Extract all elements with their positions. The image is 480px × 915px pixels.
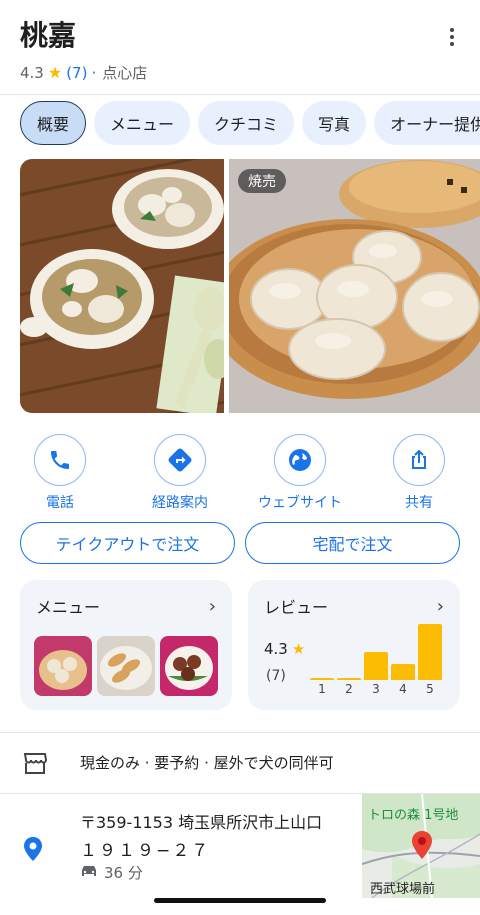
rating-bar-label: 2 — [345, 682, 353, 696]
address-line2: １９１９−２７ — [80, 841, 211, 861]
takeout-order-button[interactable]: テイクアウトで注文 — [20, 522, 235, 564]
place-title: 桃嘉 — [20, 19, 77, 52]
map-label-forest: トロの森 1号地 — [368, 808, 459, 823]
drive-time-value: 36 分 — [104, 864, 143, 882]
divider — [0, 94, 480, 95]
home-indicator — [154, 898, 326, 903]
website-label: ウェブサイト — [258, 495, 342, 511]
rating-bar-1 — [310, 678, 334, 680]
map-pin-icon — [410, 830, 434, 864]
rating-bar-label: 1 — [318, 682, 326, 696]
review-card[interactable]: レビュー › 4.3 ★ (7) 1 2 3 4 5 — [248, 580, 460, 710]
menu-thumb-gyoza[interactable] — [97, 636, 155, 696]
share-icon — [393, 434, 445, 486]
map-label-station: 西武球場前 — [370, 882, 436, 897]
rating-bar-4 — [391, 664, 415, 680]
share-button[interactable]: 共有 — [364, 434, 474, 512]
call-button[interactable]: 電話 — [5, 434, 115, 512]
directions-button[interactable]: 経路案内 — [125, 434, 235, 512]
website-button[interactable]: ウェブサイト — [245, 434, 355, 512]
call-label: 電話 — [46, 495, 74, 511]
rating-distribution — [310, 620, 450, 680]
star-icon: ★ — [291, 640, 306, 658]
map-thumbnail[interactable]: トロの森 1号地 西武球場前 — [362, 794, 480, 898]
review-card-title: レビュー — [264, 598, 329, 617]
separator: · — [91, 63, 97, 82]
tab-reviews[interactable]: クチコミ — [198, 101, 295, 145]
review-count-link[interactable]: (7) — [66, 64, 87, 82]
phone-icon — [34, 434, 86, 486]
amenities-row[interactable]: 現金のみ · 要予約 · 屋外で犬の同伴可 — [0, 733, 480, 793]
share-label: 共有 — [405, 495, 433, 511]
photo-soup-dumplings[interactable] — [20, 159, 224, 413]
tab-photos[interactable]: 写真 — [302, 101, 367, 145]
rating-bar-3 — [364, 652, 388, 680]
category-label: 点心店 — [102, 64, 148, 82]
tab-bar: 概要 メニュー クチコミ 写真 オーナー提供 — [20, 101, 480, 145]
rating-bar-label: 4 — [399, 682, 407, 696]
car-icon — [80, 864, 98, 882]
photo-shumai[interactable]: 焼売 — [229, 159, 480, 413]
rating-bar-5 — [418, 624, 442, 680]
directions-icon — [154, 434, 206, 486]
amenities-text: 現金のみ · 要予約 · 屋外で犬の同伴可 — [80, 754, 334, 772]
photo-badge: 焼売 — [238, 169, 286, 193]
menu-card-title: メニュー — [36, 598, 101, 617]
globe-icon — [274, 434, 326, 486]
menu-thumb-meatballs[interactable] — [160, 636, 218, 696]
drive-time: 36 分 — [80, 862, 143, 883]
place-header: 桃嘉 4.3 ★ (7) · 点心店 — [0, 0, 480, 96]
location-pin-icon — [22, 836, 44, 866]
menu-thumb-shumai[interactable] — [34, 636, 92, 696]
address-line1: 〒359-1153 埼玉県所沢市上山口 — [80, 813, 323, 832]
rating-bar-label: 3 — [372, 682, 380, 696]
tab-owner-photos[interactable]: オーナー提供 — [374, 101, 480, 145]
menu-card[interactable]: メニュー › — [20, 580, 232, 710]
storefront-icon — [22, 751, 48, 779]
delivery-order-button[interactable]: 宅配で注文 — [245, 522, 460, 564]
chevron-right-icon: › — [436, 596, 444, 617]
place-subline: 4.3 ★ (7) · 点心店 — [20, 62, 147, 83]
more-options-icon[interactable] — [438, 22, 466, 52]
rating-bar-label: 5 — [426, 682, 434, 696]
review-rating-value: 4.3 — [264, 640, 288, 658]
tab-menu[interactable]: メニュー — [94, 101, 191, 145]
directions-label: 経路案内 — [152, 495, 208, 511]
review-count: (7) — [266, 668, 286, 684]
rating-bar-2 — [337, 678, 361, 680]
review-rating: 4.3 ★ — [264, 640, 305, 658]
rating-value: 4.3 — [20, 63, 44, 82]
chevron-right-icon: › — [208, 596, 216, 617]
action-row: 電話 経路案内 ウェブサイト 共有 — [0, 434, 480, 514]
tab-overview[interactable]: 概要 — [20, 101, 87, 145]
star-icon: ★ — [47, 63, 63, 82]
